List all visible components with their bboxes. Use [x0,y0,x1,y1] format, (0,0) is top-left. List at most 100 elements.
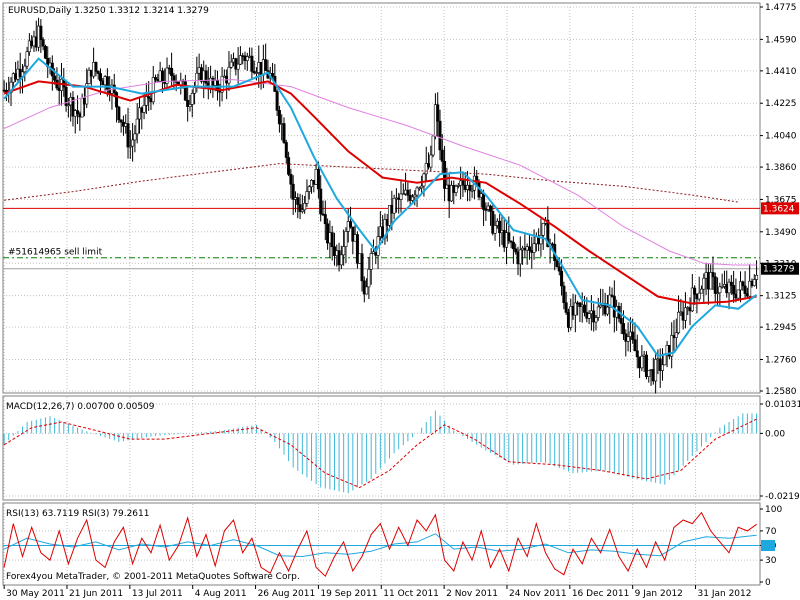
price-axis-label: 1.3125 [765,292,797,302]
candle-body [227,66,231,84]
candle-body [461,180,465,186]
time-axis-label: 16 Dec 2011 [572,589,630,599]
candle-body [605,306,609,315]
candle-body [303,203,307,211]
candle-body [438,120,442,151]
price-axis-label: 1.2945 [765,323,797,333]
candle-body [160,70,164,82]
candle-body [755,274,759,280]
candle-body [25,51,29,67]
candle-body [431,135,435,156]
candle-body [275,91,279,111]
candle-body [41,39,45,47]
candle-body [291,183,295,200]
candle-body [316,169,320,190]
time-axis-label: 24 Nov 2011 [509,589,567,599]
candle-body [661,364,665,371]
candle-body [594,317,598,323]
candle-body [204,70,208,84]
time-axis-label: 21 Jun 2011 [69,589,123,599]
candle-body [640,355,644,369]
candle-body [440,149,444,162]
candle-body [349,221,353,228]
candle-body [344,231,348,247]
candle-body [119,119,123,123]
price-axis-label: 1.2760 [765,356,797,366]
candle-body [250,55,254,72]
time-axis-label: 26 Aug 2011 [258,589,316,599]
candle-body [188,104,192,107]
trading-chart[interactable]: EURUSD,Daily 1.3250 1.3312 1.3214 1.3279… [0,0,800,600]
candle-body [277,110,281,125]
time-axis-label: 30 May 2011 [6,589,65,599]
candle-body [76,110,80,115]
candle-body [367,269,371,288]
candle-body [702,277,706,290]
candle-body [741,281,745,287]
candle-body [131,139,135,147]
rsi-title: RSI(13) 63.7119 RSI(3) 79.2611 [6,509,149,519]
candle-body [23,65,27,73]
candle-body [98,73,102,82]
candle-body [53,75,57,81]
candle-body [697,292,701,300]
candle-body [135,118,139,135]
time-axis-label: 9 Jan 2012 [635,589,683,599]
candle-body [557,266,561,272]
price-axis-label: 1.4225 [765,99,797,109]
time-axis-label: 11 Oct 2011 [383,589,439,599]
candle-body [647,370,651,377]
rsi-axis-label: 70 [765,527,777,537]
price-axis-label: 1.4775 [765,3,797,13]
rsi-level-box [761,540,775,551]
candle-body [454,185,458,193]
candle-body [115,92,119,108]
candle-body [511,241,515,250]
time-axis-label: 31 Jan 2012 [698,589,752,599]
candle-body [596,306,600,318]
level-price-label: 1.3624 [763,204,795,214]
time-axis-label: 4 Aug 2011 [195,589,247,599]
candle-body [422,173,426,187]
candle-body [330,232,334,248]
candle-body [633,339,637,352]
candle-body [94,62,98,72]
candle-body [307,186,311,192]
candle-body [319,188,323,215]
rsi-axis-label: 0 [765,578,771,588]
macd-axis-label: 0.01031 [765,400,800,410]
candle-body [631,331,635,340]
candle-body [562,285,566,303]
macd-axis-label: 0.00 [765,429,785,439]
rsi-axis-label: 30 [765,556,777,566]
candle-body [133,133,137,141]
candle-body [305,191,309,204]
price-axis-label: 1.4040 [765,132,797,142]
rsi-axis-label: 100 [765,505,782,515]
candle-body [117,106,121,121]
candle-body [342,246,346,256]
candle-body [229,61,233,68]
time-axis-label: 13 Jul 2011 [132,589,183,599]
price-axis-label: 1.4590 [765,35,797,45]
candle-body [410,196,414,201]
candle-body [507,232,511,242]
candle-body [195,72,199,87]
candle-body [172,75,176,82]
candle-body [514,248,518,253]
price-axis-label: 1.3860 [765,163,797,173]
candle-body [443,161,447,189]
candle-body [541,223,545,236]
price-axis-label: 1.4410 [765,67,797,77]
candle-body [126,123,130,148]
candle-body [654,359,658,382]
candle-body [406,189,410,196]
candle-body [555,260,559,268]
candle-body [39,25,43,40]
candle-body [713,276,717,294]
candle-body [264,59,268,71]
candle-body [711,272,715,278]
candle-body [271,73,275,77]
candle-body [527,246,531,251]
candle-body [190,93,194,105]
